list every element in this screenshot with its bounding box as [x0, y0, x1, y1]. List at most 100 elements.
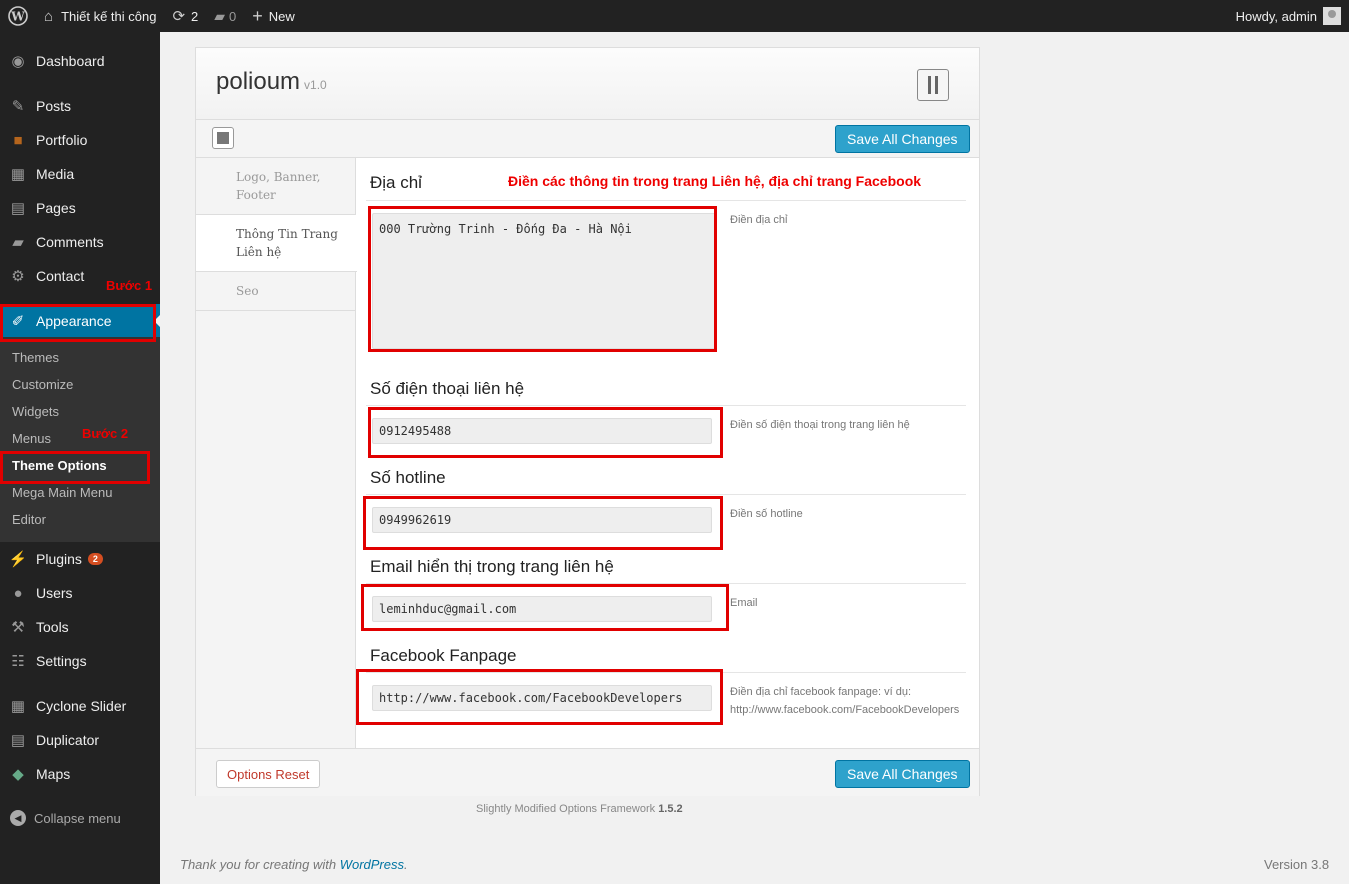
- svg-text:W: W: [10, 10, 25, 24]
- updates-count: 2: [191, 8, 199, 24]
- page-title: polioum v1.0: [216, 68, 327, 96]
- email-heading: Email hiển thị trong trang liên hệ: [370, 557, 614, 576]
- framework-name: Slightly Modified Options Framework: [476, 803, 656, 815]
- menu-pages[interactable]: ▤ Pages: [0, 191, 160, 225]
- address-heading: Địa chỉ: [370, 173, 422, 192]
- menu-label: Posts: [36, 98, 72, 114]
- options-reset-button[interactable]: Options Reset: [216, 760, 321, 788]
- phone-description: Điền số điện thoại trong trang liên hệ: [730, 419, 910, 431]
- comment-bubble-icon: ▰: [214, 7, 226, 24]
- menu-label: Cyclone Slider: [36, 698, 127, 714]
- briefcase-icon: ■: [13, 131, 23, 149]
- highlight-facebook: [356, 669, 723, 725]
- avatar-icon: [1323, 7, 1341, 25]
- save-all-changes-button-top[interactable]: Save All Changes: [835, 125, 970, 153]
- tab-seo[interactable]: Seo: [196, 272, 356, 311]
- theme-name: polioum: [216, 68, 301, 95]
- expand-toggle-button[interactable]: [212, 127, 234, 149]
- comments-count: 0: [229, 8, 237, 24]
- dashboard-icon: ◉: [11, 53, 25, 70]
- updates-link[interactable]: ⟳ 2: [164, 0, 206, 32]
- facebook-heading: Facebook Fanpage: [370, 646, 517, 665]
- panel-header: polioum v1.0: [196, 48, 979, 120]
- menu-portfolio[interactable]: ■ Portfolio: [0, 123, 160, 157]
- wp-version: Version 3.8: [1264, 857, 1330, 872]
- menu-tools[interactable]: ⚒ Tools: [0, 610, 160, 644]
- framework-version: 1.5.2: [658, 803, 683, 815]
- step-2-annotation: Bước 2: [82, 426, 129, 441]
- plus-icon: +: [252, 5, 263, 26]
- home-icon: ⌂: [44, 7, 54, 25]
- hotline-description: Điền số hotline: [730, 508, 803, 520]
- site-name-link[interactable]: ⌂ Thiết kế thi công: [36, 0, 164, 32]
- menu-cyclone-slider[interactable]: ▦ Cyclone Slider: [0, 689, 160, 723]
- account-menu[interactable]: Howdy, admin: [1228, 0, 1349, 32]
- menu-label: Media: [36, 166, 75, 182]
- settings-icon: ☷: [11, 653, 25, 670]
- pin-icon: ✎: [11, 98, 25, 115]
- menu-users[interactable]: ● Users: [0, 576, 160, 610]
- menu-label: Duplicator: [36, 732, 100, 748]
- highlight-hotline: [363, 496, 723, 550]
- submenu-themes[interactable]: Themes: [12, 350, 59, 365]
- highlight-appearance: [0, 304, 156, 342]
- menu-media[interactable]: ▦ Media: [0, 157, 160, 191]
- new-content-link[interactable]: + New: [244, 0, 303, 32]
- section-divider: [366, 494, 966, 495]
- section-divider: [366, 405, 966, 406]
- facebook-description: Điền địa chỉ facebook fanpage: ví dụ: ht…: [730, 683, 959, 719]
- plug-icon: ⚡: [8, 551, 28, 568]
- refresh-icon: ⟳: [172, 8, 186, 25]
- highlight-email: [361, 584, 729, 631]
- collapse-menu-button[interactable]: ◀ Collapse menu: [10, 810, 121, 826]
- menu-maps[interactable]: ◆ Maps: [0, 757, 160, 791]
- menu-label: Contact: [36, 268, 85, 284]
- menu-dashboard[interactable]: ◉ Dashboard: [0, 44, 160, 78]
- footer-thanks-text: Thank you for creating with: [180, 857, 340, 872]
- section-divider: [366, 200, 966, 201]
- appearance-submenu: Themes Customize Widgets Menus Theme Opt…: [0, 337, 160, 542]
- address-description: Điền địa chỉ: [730, 214, 788, 226]
- save-all-changes-button-bottom[interactable]: Save All Changes: [835, 760, 970, 788]
- menu-label: Pages: [36, 200, 76, 216]
- media-icon: ▦: [10, 166, 26, 183]
- plugins-update-badge: 2: [87, 553, 103, 565]
- submenu-mega-main-menu[interactable]: Mega Main Menu: [12, 485, 112, 500]
- menu-posts[interactable]: ✎ Posts: [0, 89, 160, 123]
- menu-settings[interactable]: ☷ Settings: [0, 644, 160, 678]
- highlight-address: [368, 206, 717, 352]
- howdy-label: Howdy, admin: [1235, 8, 1317, 24]
- collapse-label: Collapse menu: [34, 810, 121, 826]
- menu-label: Plugins: [36, 551, 82, 567]
- facebook-description-line2: http://www.facebook.com/FacebookDevelope…: [730, 704, 960, 716]
- user-icon: ●: [13, 584, 23, 602]
- new-label: New: [268, 8, 295, 24]
- facebook-description-line1: Điền địa chỉ facebook fanpage: ví dụ:: [730, 686, 912, 698]
- menu-label: Dashboard: [36, 53, 105, 69]
- wordpress-link[interactable]: WordPress: [340, 857, 404, 872]
- menu-comments[interactable]: ▰ Comments: [0, 225, 160, 259]
- instruction-annotation: Điền các thông tin trong trang Liên hệ, …: [508, 173, 922, 189]
- tab-logo-banner-footer[interactable]: Logo, Banner, Footer: [196, 158, 356, 215]
- menu-label: Tools: [36, 619, 69, 635]
- map-icon: ◆: [12, 766, 24, 783]
- pages-icon: ▤: [10, 200, 26, 217]
- submenu-widgets[interactable]: Widgets: [12, 404, 59, 419]
- submenu-menus[interactable]: Menus: [12, 431, 51, 446]
- menu-label: Portfolio: [36, 132, 88, 148]
- highlight-phone: [368, 407, 723, 458]
- menu-plugins[interactable]: ⚡ Plugins 2: [0, 542, 160, 576]
- tab-contact-info[interactable]: Thông Tin Trang Liên hệ: [196, 215, 357, 272]
- phone-heading: Số điện thoại liên hệ: [370, 379, 525, 398]
- collapse-arrow-icon: ◀: [10, 810, 26, 826]
- menu-duplicator[interactable]: ▤ Duplicator: [0, 723, 160, 757]
- submenu-editor[interactable]: Editor: [12, 512, 46, 527]
- admin-bar: W ⌂ Thiết kế thi công ⟳ 2 ▰ 0 + New Howd…: [0, 0, 1349, 32]
- submenu-customize[interactable]: Customize: [12, 377, 73, 392]
- footer-period: .: [404, 857, 408, 872]
- wordpress-logo-icon[interactable]: W: [0, 0, 36, 32]
- comments-link[interactable]: ▰ 0: [206, 0, 244, 32]
- menu-label: Maps: [36, 766, 71, 782]
- theme-version: v1.0: [304, 78, 327, 92]
- email-description: Email: [730, 597, 758, 609]
